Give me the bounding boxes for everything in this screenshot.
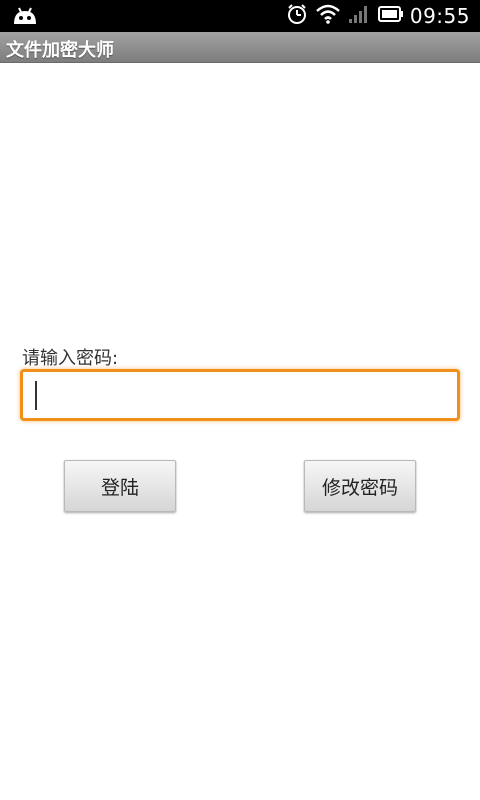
status-bar: 09:55	[0, 0, 480, 32]
alarm-icon	[286, 3, 308, 29]
change-password-button[interactable]: 修改密码	[304, 460, 416, 512]
text-cursor	[35, 381, 37, 410]
signal-icon	[348, 4, 370, 28]
wifi-icon	[316, 4, 340, 28]
battery-icon	[377, 5, 404, 27]
password-field[interactable]	[20, 369, 460, 421]
status-time: 09:55	[409, 4, 470, 28]
login-button[interactable]: 登陆	[64, 460, 176, 512]
password-input[interactable]	[23, 372, 457, 418]
title-bar: 文件加密大师	[0, 32, 480, 63]
app-title: 文件加密大师	[6, 40, 114, 61]
android-debug-icon	[12, 6, 38, 26]
password-prompt-label: 请输入密码:	[22, 348, 119, 369]
